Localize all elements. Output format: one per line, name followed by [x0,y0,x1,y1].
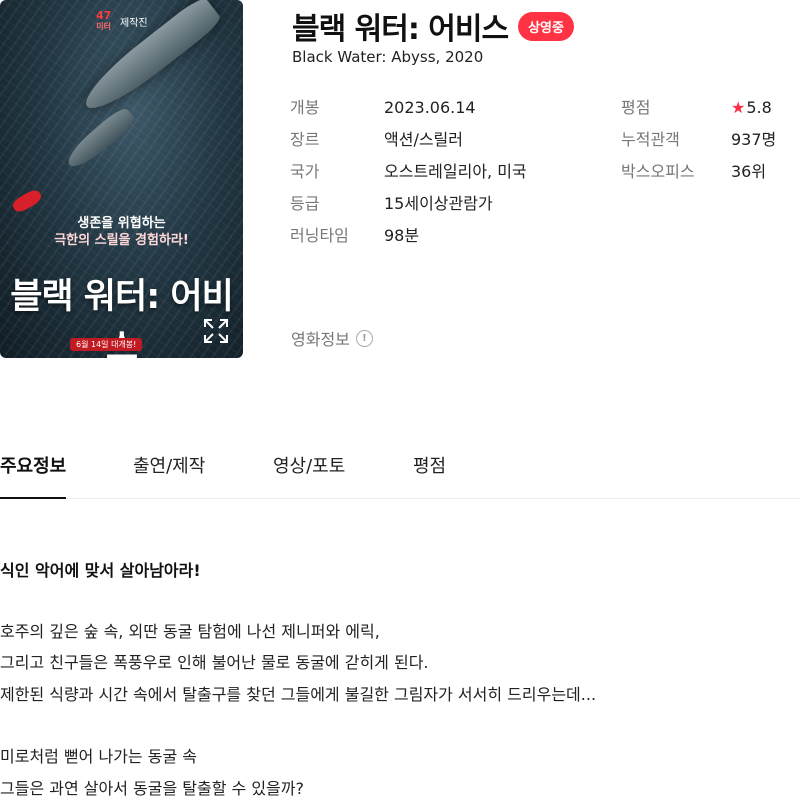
movie-info-link[interactable]: 영화정보 ! [291,326,373,350]
detail-label-country: 국가 [290,159,349,191]
detail-value-genre: 액션/스릴러 [384,127,527,159]
tab-video-photo[interactable]: 영상/포토 [273,452,345,497]
detail-value-country: 오스트레일리아, 미국 [384,159,527,191]
synopsis-line: 호주의 깊은 숲 속, 외딴 동굴 탐험에 나선 제니퍼와 에릭, [0,616,800,648]
expand-icon[interactable] [201,316,231,346]
synopsis-line: 그리고 친구들은 폭풍우로 인해 불어난 물로 동굴에 갇히게 된다. [0,647,800,679]
paragraph-gap [0,710,800,741]
details-right-labels: 평점 누적관객 박스오피스 [621,95,695,191]
movie-title: 블랙 워터: 어비스 [292,4,508,48]
poster-release-banner: 6월 14일 대개봉! [70,338,142,351]
synopsis-line: 그들은 과연 살아서 동굴을 탈출할 수 있을까? [0,773,800,804]
original-title: Black Water: Abyss, 2020 [292,48,483,66]
detail-label-genre: 장르 [290,127,349,159]
star-icon: ★ [731,98,745,117]
poster-tagline: 생존을 위협하는 극한의 스릴을 경험하라! [0,215,243,249]
tab-cast-crew[interactable]: 출연/제작 [133,452,205,497]
detail-value-rating: 15세이상관람가 [384,191,527,223]
detail-label-rating: 등급 [290,191,349,223]
poster-badge: 47 미터 [96,10,111,32]
detail-label-boxoffice: 박스오피스 [621,159,695,191]
tab-bar: 주요정보 출연/제작 영상/포토 평점 [0,446,800,499]
synopsis-headline: 식인 악어에 맞서 살아남아라! [0,555,800,587]
score-value: 5.8 [746,98,771,117]
info-icon[interactable]: ! [356,330,373,347]
details-right-values: ★5.8 937명 36위 [731,95,776,191]
synopsis-line: 미로처럼 뻗어 나가는 동굴 속 [0,741,800,773]
movie-poster[interactable]: 47 미터 제작진 생존을 위협하는 극한의 스릴을 경험하라! 블랙 워터: … [0,0,243,358]
title-row: 블랙 워터: 어비스 상영중 [292,4,574,48]
synopsis-line: 제한된 식량과 시간 속에서 탈출구를 찾던 그들에게 불길한 그림자가 서서히… [0,679,800,711]
detail-value-boxoffice: 36위 [731,159,776,191]
movie-info-label: 영화정보 [291,326,350,350]
detail-label-score: 평점 [621,95,695,127]
detail-label-runtime: 러닝타임 [290,223,349,255]
details-left-values: 2023.06.14 액션/스릴러 오스트레일리아, 미국 15세이상관람가 9… [384,95,527,255]
poster-badge-suffix: 제작진 [120,14,148,29]
detail-label-release: 개봉 [290,95,349,127]
tab-reviews[interactable]: 평점 [413,452,446,497]
detail-value-runtime: 98분 [384,223,527,255]
synopsis: 식인 악어에 맞서 살아남아라! 호주의 깊은 숲 속, 외딴 동굴 탐험에 나… [0,555,800,804]
detail-label-audience: 누적관객 [621,127,695,159]
status-badge: 상영중 [518,12,574,41]
detail-value-release: 2023.06.14 [384,95,527,127]
detail-value-audience: 937명 [731,127,776,159]
details-left-labels: 개봉 장르 국가 등급 러닝타임 [290,95,349,255]
detail-value-score: ★5.8 [731,95,776,127]
tab-main-info[interactable]: 주요정보 [0,452,66,499]
